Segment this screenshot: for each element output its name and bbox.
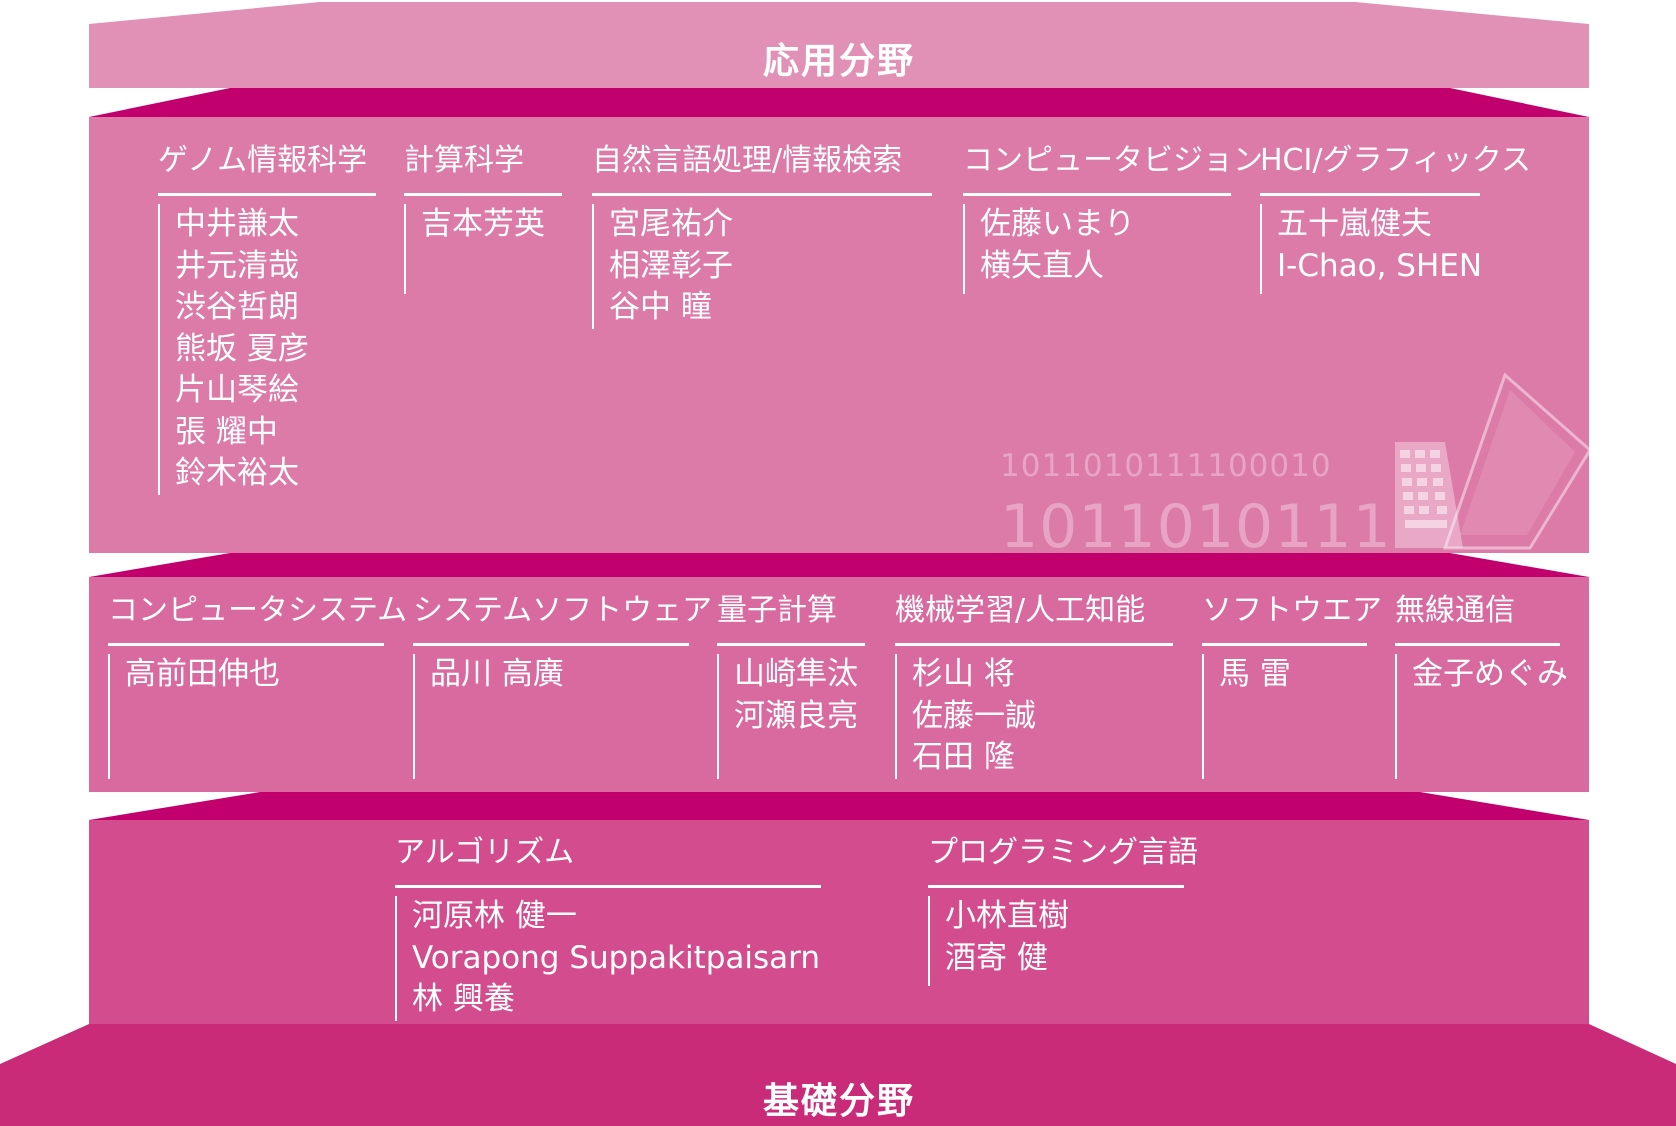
member-name: 林 興養 [412, 981, 515, 1017]
member-name: 谷中 瞳 [609, 289, 712, 325]
field-heading: 計算科学 [404, 141, 562, 196]
field-heading: 自然言語処理/情報検索 [592, 141, 932, 196]
base-band-top [89, 1038, 1589, 1048]
member-name: 片山琴絵 [175, 372, 299, 408]
field-computer-vision: コンピュータビジョン 佐藤いまり 横矢直人 [963, 141, 1263, 294]
top-band-title: 応用分野 [762, 41, 915, 82]
field-genome-informatics: ゲノム情報科学 中井謙太 井元清哉 渋谷哲朗 熊坂 夏彦 片山琴絵 張 耀中 鈴… [158, 141, 376, 495]
member-list: 小林直樹 酒寄 健 [928, 896, 1184, 986]
field-heading: アルゴリズム [395, 833, 821, 888]
field-heading: コンピュータシステム [108, 591, 407, 646]
field-algorithms: アルゴリズム 河原林 健一 Vorapong Suppakitpaisarn 林… [395, 833, 821, 1021]
member-list: 佐藤いまり 横矢直人 [963, 204, 1231, 294]
field-computational-science: 計算科学 吉本芳英 [404, 141, 562, 294]
field-heading: システムソフトウェア [413, 591, 712, 646]
middle-connector [89, 553, 1589, 577]
member-name: 宮尾祐介 [609, 206, 733, 242]
member-name: 高前田伸也 [125, 656, 280, 692]
bottom-band-title: 基礎分野 [762, 1081, 915, 1122]
field-heading: 量子計算 [717, 591, 865, 646]
member-name: 鈴木裕太 [175, 455, 299, 491]
field-heading: プログラミング言語 [928, 833, 1198, 888]
field-computer-systems: コンピュータシステム 高前田伸也 [108, 591, 407, 779]
member-list: 馬 雷 [1202, 654, 1367, 779]
member-name: 河瀬良亮 [734, 697, 858, 734]
field-heading: HCI/グラフィックス [1260, 141, 1531, 196]
binary-decoration-2: 1011010111 [1000, 496, 1392, 553]
member-list: 山崎隼汰 河瀬良亮 [717, 654, 865, 779]
member-name: 張 耀中 [175, 413, 278, 450]
member-list: 高前田伸也 [108, 654, 384, 779]
member-list: 金子めぐみ [1395, 654, 1568, 779]
member-name: 熊坂 夏彦 [175, 330, 309, 367]
member-name: 佐藤いまり [980, 206, 1135, 242]
member-name: 小林直樹 [945, 898, 1069, 934]
member-name: I-Chao, SHEN [1277, 247, 1483, 284]
field-machine-learning-ai: 機械学習/人工知能 杉山 将 佐藤一誠 石田 隆 [895, 591, 1173, 779]
field-heading: ソフトウエア [1202, 591, 1382, 646]
foundation-connector [89, 792, 1589, 820]
member-name: 杉山 将 [912, 656, 1015, 692]
member-name: 吉本芳英 [421, 206, 545, 242]
member-list: 中井謙太 井元清哉 渋谷哲朗 熊坂 夏彦 片山琴絵 張 耀中 鈴木裕太 [158, 204, 376, 495]
member-name: 品川 高廣 [430, 656, 564, 692]
member-name: 金子めぐみ [1412, 656, 1568, 692]
member-name: 山崎隼汰 [734, 656, 858, 692]
field-programming-languages: プログラミング言語 小林直樹 酒寄 健 [928, 833, 1198, 986]
field-nlp-ir: 自然言語処理/情報検索 宮尾祐介 相澤彰子 谷中 瞳 [592, 141, 932, 329]
member-name: 中井謙太 [175, 206, 299, 242]
field-heading: 機械学習/人工知能 [895, 591, 1173, 646]
binary-decoration-1: 1011010111100010 [1000, 448, 1332, 484]
member-name: 石田 隆 [912, 739, 1015, 775]
member-name: 河原林 健一 [412, 898, 577, 934]
member-list: 五十嵐健夫 I-Chao, SHEN [1260, 204, 1483, 294]
member-name: 馬 雷 [1219, 656, 1291, 692]
member-name: Vorapong Suppakitpaisarn [412, 939, 821, 976]
member-list: 吉本芳英 [404, 204, 562, 294]
field-heading: コンピュータビジョン [963, 141, 1263, 196]
member-name: 井元清哉 [175, 247, 299, 284]
field-wireless-communication: 無線通信 金子めぐみ [1395, 591, 1568, 779]
field-system-software: システムソフトウェア 品川 高廣 [413, 591, 712, 779]
top-connector [89, 88, 1589, 117]
foundation-panel [89, 820, 1589, 1038]
member-list: 宮尾祐介 相澤彰子 谷中 瞳 [592, 204, 932, 329]
member-name: 酒寄 健 [945, 939, 1048, 976]
member-name: 五十嵐健夫 [1277, 206, 1432, 242]
field-heading: ゲノム情報科学 [158, 141, 376, 196]
member-name: 相澤彰子 [609, 247, 733, 284]
member-list: 河原林 健一 Vorapong Suppakitpaisarn 林 興養 [395, 896, 821, 1021]
laptop-icon [1395, 372, 1592, 550]
member-name: 渋谷哲朗 [175, 289, 299, 325]
field-software: ソフトウエア 馬 雷 [1202, 591, 1382, 779]
member-name: 横矢直人 [980, 247, 1104, 284]
layered-diagram: 1011010111100010 1011010111 応用分野 基礎分野 ゲノ… [0, 0, 1676, 1126]
field-heading: 無線通信 [1395, 591, 1560, 646]
member-list: 杉山 将 佐藤一誠 石田 隆 [895, 654, 1173, 779]
field-hci-graphics: HCI/グラフィックス 五十嵐健夫 I-Chao, SHEN [1260, 141, 1531, 294]
member-list: 品川 高廣 [413, 654, 689, 779]
member-name: 佐藤一誠 [912, 697, 1036, 734]
field-quantum-computing: 量子計算 山崎隼汰 河瀬良亮 [717, 591, 865, 779]
